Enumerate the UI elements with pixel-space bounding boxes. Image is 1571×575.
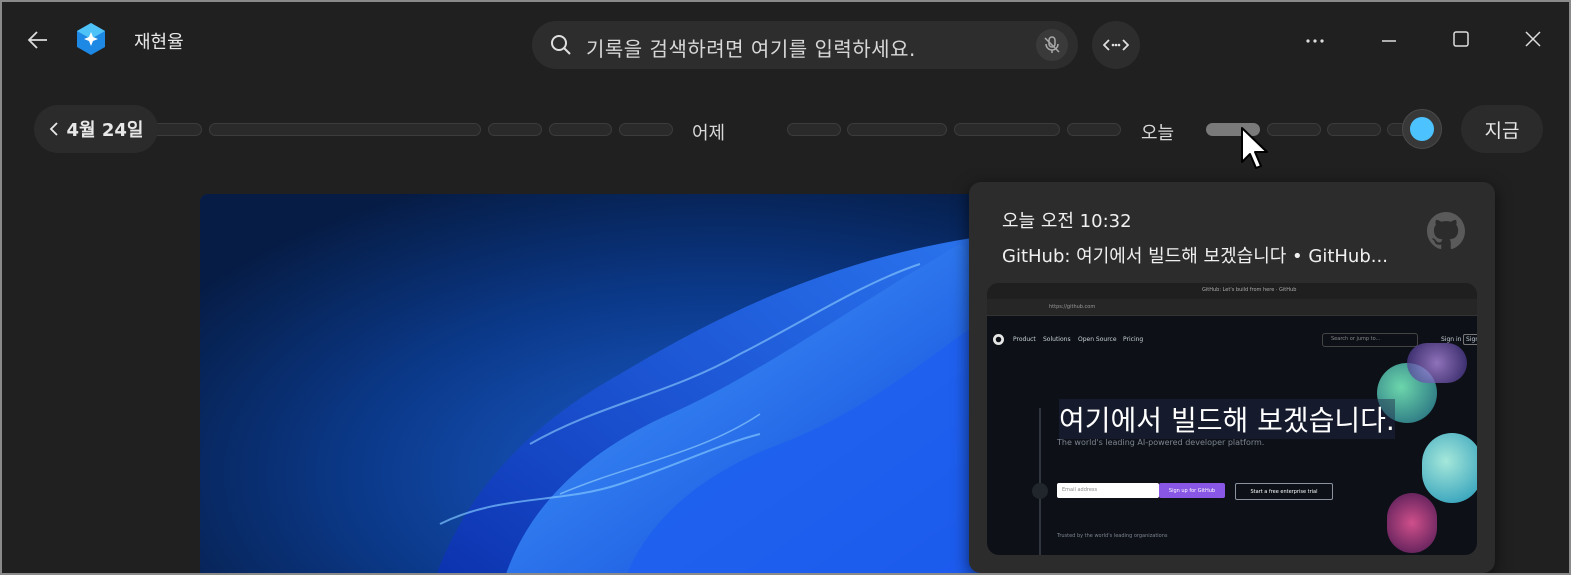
preview-signup-button: Sign up for GitHub [1159, 483, 1225, 498]
preview-nav-open-source: Open Source [1078, 336, 1117, 343]
snapshot-title: GitHub: 여기에서 빌드해 보겠습니다 • GitHub... [1002, 246, 1388, 267]
recall-window: 재현율 기록을 검색하려면 여기를 입력하세요. 어제 오늘 4월 24일 지금… [0, 0, 1571, 575]
search-icon [551, 35, 571, 55]
timeline-segment[interactable] [488, 123, 542, 136]
preview-subheadline: The world's leading AI-powered developer… [1057, 438, 1265, 447]
preview-search-placeholder: Search or jump to... [1331, 336, 1381, 342]
mouse-cursor-icon [1241, 127, 1268, 169]
preview-trial-button: Start a free enterprise trial [1235, 483, 1333, 500]
date-label: 4월 24일 [66, 120, 144, 141]
timeline-segment[interactable] [787, 123, 841, 136]
timeline-segment[interactable] [954, 123, 1060, 136]
timeline-segment[interactable] [549, 123, 612, 136]
snapshot-preview[interactable]: GitHub: Let's build from here · GitHub h… [987, 283, 1477, 555]
snapshot-hover-card[interactable]: 오늘 오전 10:32 GitHub: 여기에서 빌드해 보겠습니다 • Git… [969, 182, 1495, 573]
close-icon [1525, 31, 1541, 47]
preview-github-logo-icon [993, 334, 1004, 345]
close-button[interactable] [1516, 24, 1550, 54]
timeline-label-today: 오늘 [1141, 123, 1175, 144]
preview-email-placeholder: Email address [1062, 487, 1098, 493]
timeline-segment[interactable] [1327, 123, 1381, 136]
timeline-segment[interactable] [619, 123, 673, 136]
arrow-left-icon [27, 31, 47, 49]
preview-nav-solutions: Solutions [1043, 336, 1071, 343]
chevron-left-icon [49, 122, 58, 136]
preview-headline: 여기에서 빌드해 보겠습니다. [1059, 399, 1395, 439]
preview-nav-pricing: Pricing [1123, 336, 1144, 343]
maximize-icon [1453, 31, 1469, 47]
minimize-button[interactable] [1372, 24, 1406, 58]
timeline-segment[interactable] [1267, 123, 1321, 136]
previous-date-button[interactable]: 4월 24일 [34, 105, 158, 153]
now-button[interactable]: 지금 [1461, 105, 1543, 153]
timeline-thumb[interactable] [1402, 109, 1442, 149]
preview-url: https://github.com [1049, 304, 1096, 310]
preview-trusted-text: Trusted by the world's leading organizat… [1057, 533, 1168, 539]
search-box[interactable]: 기록을 검색하려면 여기를 입력하세요. [532, 21, 1078, 69]
app-logo [74, 22, 108, 56]
preview-mascot-art [1367, 343, 1477, 555]
minimize-icon [1382, 40, 1396, 42]
screen-ray-button[interactable] [1092, 21, 1140, 69]
search-input[interactable]: 기록을 검색하려면 여기를 입력하세요. [586, 33, 916, 62]
timeline-thumb-dot [1410, 117, 1434, 141]
windows-bloom-wallpaper [200, 194, 1000, 573]
microphone-button[interactable] [1036, 29, 1068, 61]
more-icon [1306, 39, 1324, 43]
maximize-button[interactable] [1444, 24, 1478, 54]
recall-logo-icon [77, 23, 105, 55]
back-button[interactable] [22, 24, 54, 56]
preview-tab-title: GitHub: Let's build from here · GitHub [1202, 287, 1297, 293]
preview-nav-product: Product [1013, 336, 1036, 343]
timeline-segment[interactable] [209, 123, 481, 136]
more-options-button[interactable] [1298, 24, 1332, 58]
preview-code-badge [1032, 483, 1048, 499]
timeline-segment[interactable] [1067, 123, 1121, 136]
snapshot-time: 오늘 오전 10:32 [1002, 211, 1132, 232]
github-icon [1427, 212, 1465, 250]
preview-sign-in: Sign in [1441, 336, 1462, 343]
preview-vertical-line [1039, 408, 1041, 555]
timeline-segment[interactable] [847, 123, 947, 136]
microphone-off-icon [1044, 36, 1060, 53]
code-scan-icon [1103, 39, 1129, 51]
app-title: 재현율 [134, 32, 184, 53]
timeline-label-yesterday: 어제 [692, 123, 726, 144]
snapshot-image[interactable] [200, 194, 1000, 573]
